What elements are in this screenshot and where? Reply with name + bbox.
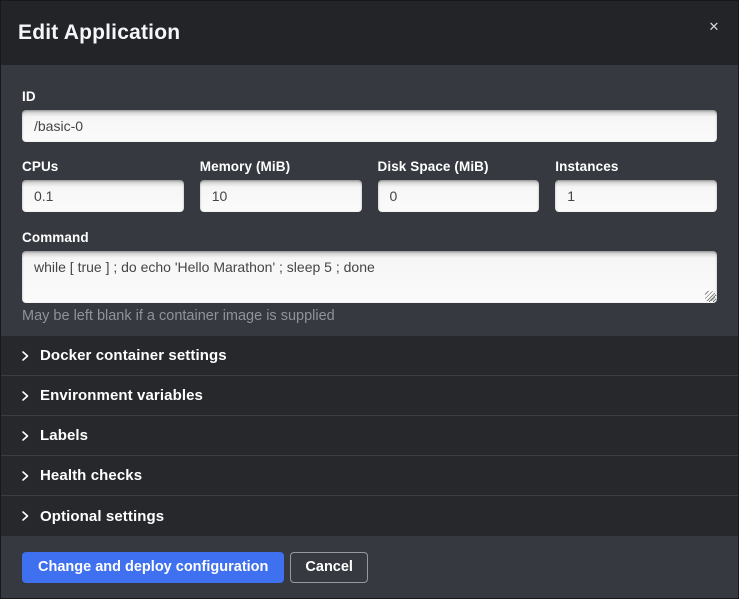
edit-application-modal: Edit Application ✕ ID CPUs Memory (MiB) …	[0, 0, 739, 599]
id-label: ID	[22, 89, 717, 104]
chevron-right-icon	[19, 510, 31, 522]
memory-label: Memory (MiB)	[200, 159, 362, 174]
cpus-label: CPUs	[22, 159, 184, 174]
modal-header: Edit Application ✕	[1, 1, 738, 65]
section-label: Labels	[40, 427, 88, 444]
memory-input[interactable]	[200, 180, 362, 212]
cancel-button[interactable]: Cancel	[290, 552, 368, 583]
modal-title: Edit Application	[18, 21, 180, 45]
disk-label: Disk Space (MiB)	[378, 159, 540, 174]
id-input[interactable]	[22, 110, 717, 142]
chevron-right-icon	[19, 470, 31, 482]
cpus-field-group: CPUs	[22, 159, 184, 212]
instances-field-group: Instances	[555, 159, 717, 212]
section-labels[interactable]: Labels	[1, 416, 738, 456]
section-docker-container-settings[interactable]: Docker container settings	[1, 336, 738, 376]
section-label: Health checks	[40, 467, 142, 484]
disk-field-group: Disk Space (MiB)	[378, 159, 540, 212]
resources-row: CPUs Memory (MiB) Disk Space (MiB) Insta…	[22, 159, 717, 212]
close-icon[interactable]: ✕	[703, 16, 725, 38]
command-textarea[interactable]: while [ true ] ; do echo 'Hello Marathon…	[22, 251, 717, 303]
change-and-deploy-button[interactable]: Change and deploy configuration	[22, 552, 284, 583]
section-label: Optional settings	[40, 508, 164, 525]
section-environment-variables[interactable]: Environment variables	[1, 376, 738, 416]
section-label: Environment variables	[40, 387, 203, 404]
command-help-text: May be left blank if a container image i…	[22, 308, 717, 324]
chevron-right-icon	[19, 390, 31, 402]
instances-input[interactable]	[555, 180, 717, 212]
id-field-group: ID	[22, 89, 717, 142]
section-health-checks[interactable]: Health checks	[1, 456, 738, 496]
cpus-input[interactable]	[22, 180, 184, 212]
accordion: Docker container settings Environment va…	[1, 336, 738, 536]
command-field-group: Command while [ true ] ; do echo 'Hello …	[22, 230, 717, 324]
section-optional-settings[interactable]: Optional settings	[1, 496, 738, 536]
chevron-right-icon	[19, 430, 31, 442]
disk-input[interactable]	[378, 180, 540, 212]
command-label: Command	[22, 230, 717, 245]
memory-field-group: Memory (MiB)	[200, 159, 362, 212]
modal-footer: Change and deploy configuration Cancel	[1, 536, 738, 598]
instances-label: Instances	[555, 159, 717, 174]
section-label: Docker container settings	[40, 347, 227, 364]
application-form: ID CPUs Memory (MiB) Disk Space (MiB) In…	[1, 65, 738, 336]
chevron-right-icon	[19, 350, 31, 362]
